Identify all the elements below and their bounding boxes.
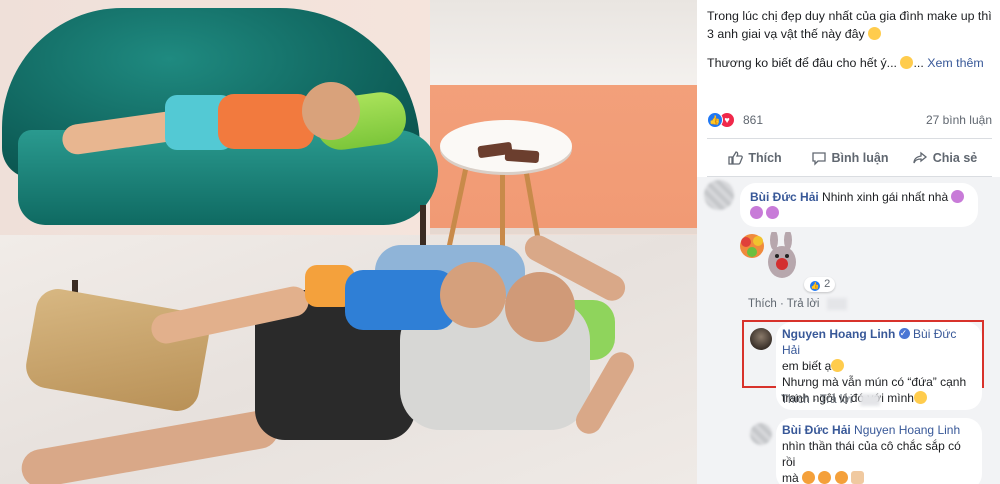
child-on-sofa-head xyxy=(302,82,360,140)
comment-reaction-count[interactable]: 👍 2 xyxy=(804,277,836,292)
flower-bunny-sticker xyxy=(738,230,802,289)
reactions-summary[interactable]: 👍 ♥ 861 27 bình luận xyxy=(707,110,992,130)
heart-face-emoji-icon xyxy=(818,471,832,484)
reply-author-avatar[interactable] xyxy=(750,423,772,445)
reply-line-1: nhìn thần thái của cô chắc sắp có rồi xyxy=(782,439,961,469)
thumbs-up-icon xyxy=(728,151,744,165)
grinning-emoji-icon xyxy=(831,359,845,372)
phone xyxy=(504,148,540,164)
comment-count[interactable]: 27 bình luận xyxy=(926,113,992,127)
post-caption: Trong lúc chị đẹp duy nhất của gia đình … xyxy=(707,9,992,70)
reply-like-link[interactable]: Thích xyxy=(781,394,810,406)
reply-bubble: Bùi Đức Hải Nguyen Hoang Linh nhìn thần … xyxy=(776,418,982,484)
like-reaction-icon: 👍 xyxy=(809,280,821,292)
like-button[interactable]: Thích xyxy=(707,144,802,172)
caption-line-2: Thương ko biết để đâu cho hết ý... xyxy=(707,56,898,70)
sticker-image xyxy=(740,230,796,278)
baseboard xyxy=(430,228,697,234)
share-button-label: Chia sẻ xyxy=(932,151,978,165)
grinning-sweat-emoji-icon xyxy=(868,27,882,40)
reply-author[interactable]: Bùi Đức Hải xyxy=(782,423,851,437)
reply-line-2: mà xyxy=(782,471,799,484)
divider xyxy=(707,138,992,139)
share-arrow-icon xyxy=(913,151,927,164)
child-on-floor-head xyxy=(440,262,506,328)
reaction-count[interactable]: 861 xyxy=(743,113,763,127)
comment-author[interactable]: Bùi Đức Hải xyxy=(750,190,819,204)
blurred-timestamp xyxy=(859,394,880,406)
caption-line-1: Trong lúc chị đẹp duy nhất của gia đình … xyxy=(707,9,992,41)
reply-line-1: em biết ạ xyxy=(782,359,832,373)
comment-like-link[interactable]: Thích xyxy=(748,298,777,310)
thumbs-up-emoji-icon xyxy=(851,471,865,484)
heart-eyes-emoji-icon xyxy=(951,190,965,203)
blurred-timestamp xyxy=(826,298,847,310)
child-on-sofa-shirt xyxy=(218,94,314,149)
heart-face-emoji-icon xyxy=(834,471,848,484)
comment-reply-link[interactable]: Trả lời xyxy=(787,298,820,310)
comment-button-label: Bình luận xyxy=(831,151,889,165)
reply-mention[interactable]: Nguyen Hoang Linh xyxy=(854,423,960,437)
post-actions: Thích Bình luận Chia sẻ xyxy=(707,144,992,172)
like-button-label: Thích xyxy=(748,151,782,165)
comment-button[interactable]: Bình luận xyxy=(802,144,897,172)
reply-author[interactable]: Nguyen Hoang Linh xyxy=(782,327,895,341)
reply-line-2: Nhưng mà vẫn mún có “đứa” cạnh xyxy=(782,375,967,389)
reply-meta: Thích · Trả lời xyxy=(781,394,880,406)
sad-face-emoji-icon xyxy=(900,56,914,69)
comment-bubble: Bùi Đức Hải Nhinh xinh gái nhất nhà xyxy=(740,183,978,227)
post-photo[interactable] xyxy=(0,0,697,484)
window xyxy=(430,0,697,85)
share-button[interactable]: Chia sẻ xyxy=(897,144,992,172)
comment-reaction-number: 2 xyxy=(824,278,831,290)
see-more-link[interactable]: Xem thêm xyxy=(927,56,983,70)
child-on-floor-shirt xyxy=(345,270,455,330)
heart-face-emoji-icon xyxy=(802,471,816,484)
verified-badge-icon xyxy=(898,325,910,341)
comment-meta: Thích · Trả lời xyxy=(748,298,847,310)
heart-eyes-emoji-icon xyxy=(750,206,763,219)
man-head xyxy=(505,272,575,342)
like-reaction-icon: 👍 xyxy=(707,112,723,128)
smiling-emoji-icon xyxy=(913,391,927,404)
sofa-leg xyxy=(420,205,426,245)
comment-bubble-icon xyxy=(811,152,826,166)
comment-text: Nhinh xinh gái nhất nhà xyxy=(822,190,949,204)
heart-eyes-emoji-icon xyxy=(766,206,780,219)
commenter-avatar[interactable] xyxy=(704,180,734,210)
reply-reply-link[interactable]: Trả lời xyxy=(820,394,853,406)
